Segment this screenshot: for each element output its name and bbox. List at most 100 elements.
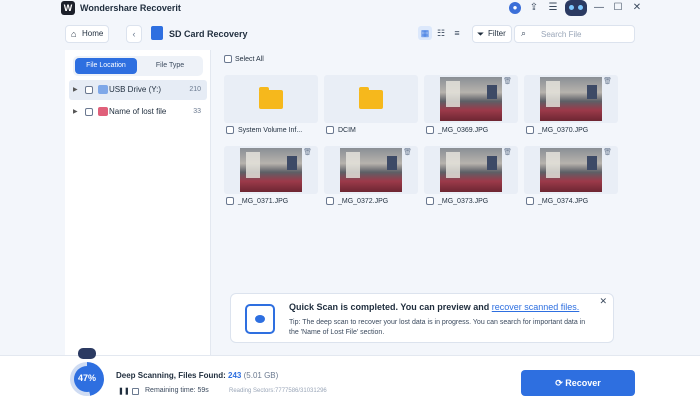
user-icon[interactable]: ● <box>509 2 521 14</box>
file-tile[interactable]: System Volume Inf... <box>224 75 318 141</box>
file-name: _MG_0374.JPG <box>538 197 589 205</box>
trash-icon: 🗑 <box>503 78 512 85</box>
pause-icon[interactable]: ❚❚ <box>118 387 130 395</box>
photo-preview <box>540 148 602 192</box>
checkbox[interactable] <box>226 197 234 205</box>
tree-item-count: 33 <box>193 108 201 115</box>
file-tile[interactable]: 🗑 _MG_0372.JPG <box>324 146 418 212</box>
tree-item-label: USB Drive (Y:) <box>109 85 162 94</box>
title-bar: W Wondershare Recoverit ● ⇪ ☰ — ☐ ✕ <box>0 0 700 18</box>
search-input[interactable] <box>541 28 631 41</box>
close-icon[interactable]: ✕ <box>631 2 643 14</box>
recover-scanned-files-link[interactable]: recover scanned files. <box>492 302 580 312</box>
checkbox[interactable] <box>226 126 234 134</box>
file-tile[interactable]: 🗑 _MG_0373.JPG <box>424 146 518 212</box>
grid-view-icon[interactable]: ▦ <box>418 26 432 40</box>
trash-icon: 🗑 <box>603 78 612 85</box>
photo-preview <box>340 148 402 192</box>
recover-icon: ⟳ <box>555 378 566 388</box>
tree-item-count: 210 <box>189 86 201 93</box>
remaining-time: Remaining time: 59s <box>145 387 209 394</box>
file-thumbnail: 🗑 <box>424 75 518 123</box>
page-title: SD Card Recovery <box>169 29 248 39</box>
file-name: System Volume Inf... <box>238 126 303 134</box>
file-tile[interactable]: 🗑 _MG_0371.JPG <box>224 146 318 212</box>
photo-preview <box>540 77 602 121</box>
file-tile[interactable]: DCIM <box>324 75 418 141</box>
close-icon[interactable]: ✕ <box>599 296 607 307</box>
recover-label: Recover <box>565 378 601 388</box>
tree-item-usb-drive[interactable]: ▶ USB Drive (Y:) 210 <box>69 80 207 100</box>
scan-progress-ring: 47% <box>70 362 104 396</box>
file-thumbnail <box>224 75 318 123</box>
checkbox[interactable] <box>224 55 232 63</box>
checkbox[interactable] <box>85 86 93 94</box>
checkbox[interactable] <box>526 126 534 134</box>
tab-file-location[interactable]: File Location <box>75 58 137 74</box>
file-name: DCIM <box>338 126 356 134</box>
minimize-icon[interactable]: — <box>593 2 605 14</box>
file-thumbnail <box>324 75 418 123</box>
trash-icon: 🗑 <box>603 149 612 156</box>
upload-icon[interactable]: ⇪ <box>528 2 540 14</box>
trash-icon: 🗑 <box>303 149 312 156</box>
search-icon: ⌕ <box>521 28 527 38</box>
photo-preview <box>440 148 502 192</box>
preview-eye-icon <box>245 304 275 334</box>
folder-icon <box>259 87 283 109</box>
photo-preview <box>440 77 502 121</box>
expand-arrow-icon[interactable]: ▶ <box>73 102 78 122</box>
recover-button[interactable]: ⟳ Recover <box>521 370 635 396</box>
scan-notification: Quick Scan is completed. You can preview… <box>230 293 614 343</box>
checkbox[interactable] <box>85 108 93 116</box>
checkbox[interactable] <box>526 197 534 205</box>
file-thumbnail: 🗑 <box>324 146 418 194</box>
tab-file-type[interactable]: File Type <box>139 58 201 74</box>
file-tile[interactable]: 🗑 _MG_0369.JPG <box>424 75 518 141</box>
expand-arrow-icon[interactable]: ▶ <box>73 80 78 100</box>
app-title: Wondershare Recoverit <box>80 3 181 13</box>
file-name: _MG_0371.JPG <box>238 197 289 205</box>
status-bar: 47% Deep Scanning, Files Found: 243 (5.0… <box>0 348 700 400</box>
checkbox[interactable] <box>426 197 434 205</box>
file-name: _MG_0369.JPG <box>438 126 489 134</box>
tree-item-lost-file[interactable]: ▶ Name of lost file 33 <box>69 102 207 122</box>
filter-button[interactable]: ⏷ Filter <box>472 25 512 43</box>
folder-icon <box>359 87 383 109</box>
file-thumbnail: 🗑 <box>524 75 618 123</box>
maximize-icon[interactable]: ☐ <box>612 2 624 14</box>
trash-icon: 🗑 <box>403 149 412 156</box>
drive-icon <box>98 85 108 94</box>
files-found-size: (5.01 GB) <box>243 371 279 380</box>
list-view-icon[interactable]: ☷ <box>434 26 448 40</box>
file-thumbnail: 🗑 <box>524 146 618 194</box>
back-button[interactable]: ‹ <box>126 25 142 43</box>
nav-bar: ⌂ Home ‹ SD Card Recovery ▦ ☷ ≡ ⏷ Filter… <box>0 22 700 46</box>
checkbox[interactable] <box>326 126 334 134</box>
reading-sectors: Reading Sectors:7777586/31031296 <box>229 388 327 394</box>
filter-icon: ⏷ <box>477 29 485 39</box>
assistant-robot-icon[interactable] <box>565 0 587 16</box>
sidebar: File Location File Type ▶ USB Drive (Y:)… <box>65 50 211 355</box>
sidebar-tabs: File Location File Type <box>73 56 203 76</box>
file-tile[interactable]: 🗑 _MG_0370.JPG <box>524 75 618 141</box>
select-all[interactable]: Select All <box>224 55 264 63</box>
file-tile[interactable]: 🗑 _MG_0374.JPG <box>524 146 618 212</box>
tree-item-label: Name of lost file <box>109 107 167 116</box>
filter-label: Filter <box>488 29 506 38</box>
notification-title: Quick Scan is completed. You can preview… <box>289 302 579 312</box>
detail-view-icon[interactable]: ≡ <box>450 26 464 40</box>
photo-preview <box>240 148 302 192</box>
menu-icon[interactable]: ☰ <box>547 2 559 14</box>
file-thumbnail: 🗑 <box>424 146 518 194</box>
checkbox[interactable] <box>426 126 434 134</box>
scan-label: Deep Scanning, Files Found: <box>116 371 226 380</box>
home-icon: ⌂ <box>71 29 77 39</box>
home-label: Home <box>82 29 104 38</box>
sd-card-icon <box>151 26 163 40</box>
file-thumbnail: 🗑 <box>224 146 318 194</box>
stop-icon[interactable] <box>132 388 139 395</box>
home-button[interactable]: ⌂ Home <box>65 25 109 43</box>
checkbox[interactable] <box>326 197 334 205</box>
search-box: ⌕ <box>514 25 635 43</box>
